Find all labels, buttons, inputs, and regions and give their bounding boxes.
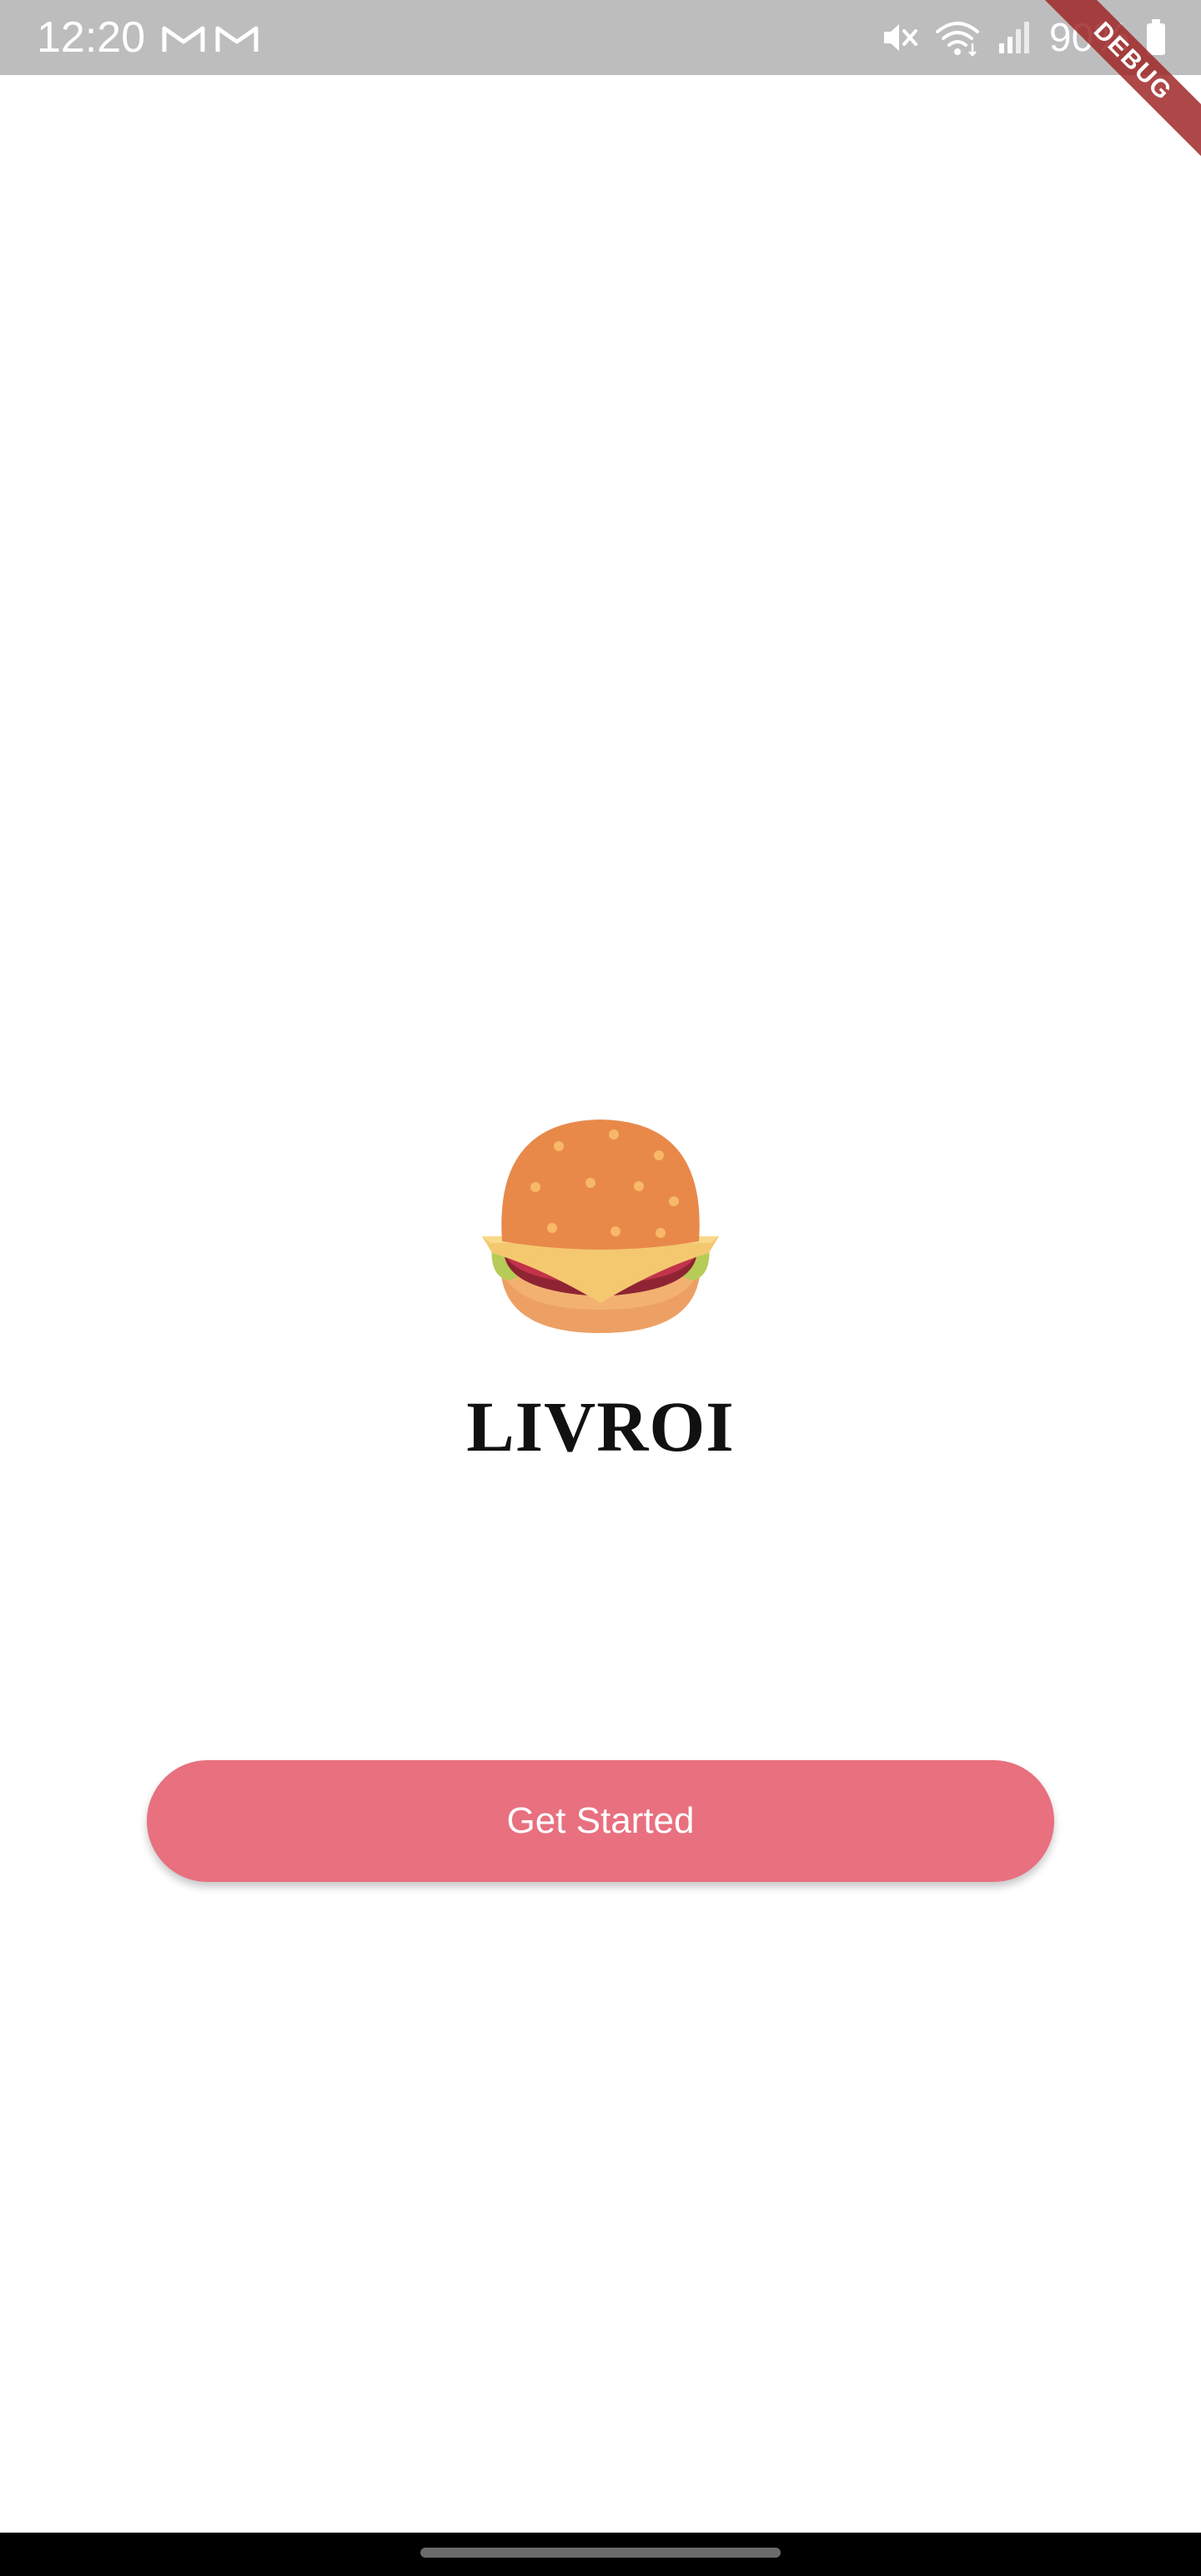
signal-icon	[998, 22, 1029, 53]
battery-icon	[1147, 19, 1165, 55]
navigation-bar	[0, 2533, 1201, 2576]
get-started-button[interactable]: Get Started	[147, 1760, 1054, 1882]
splash-screen: 12:20 90% DEBUG LIVROI Get Started	[0, 0, 1201, 2576]
app-title: LIVROI	[466, 1386, 735, 1467]
burger-icon	[482, 1119, 719, 1333]
gmail-icon	[215, 26, 259, 52]
status-time: 12:20	[37, 13, 146, 62]
home-indicator[interactable]	[420, 2548, 781, 2558]
gmail-icon	[162, 26, 205, 52]
mute-icon	[883, 24, 917, 51]
wifi-icon	[935, 22, 979, 57]
status-icons: 90%	[866, 0, 1168, 75]
battery-percent: 90%	[1048, 15, 1129, 60]
status-bar: 12:20 90%	[0, 0, 1201, 75]
